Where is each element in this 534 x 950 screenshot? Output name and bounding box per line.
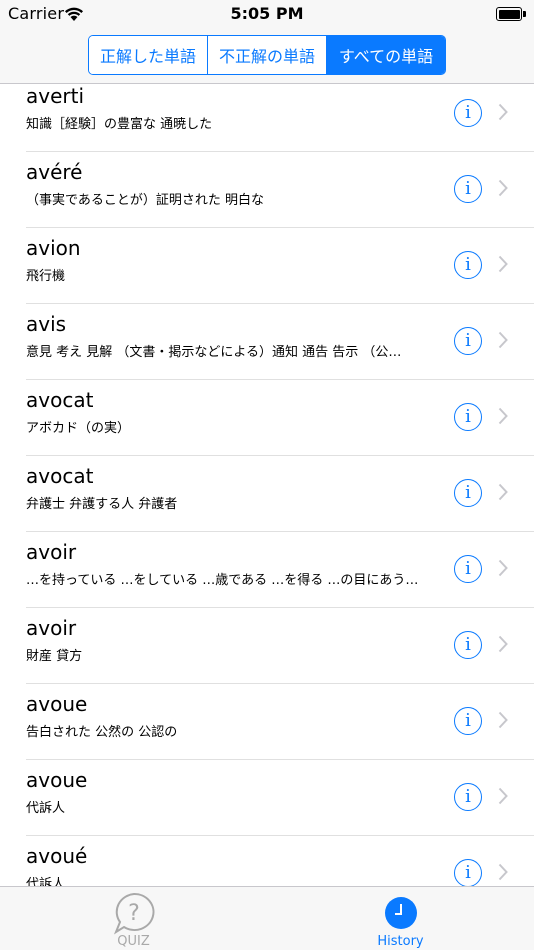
word-label: avoir	[26, 540, 77, 564]
info-icon[interactable]: i	[454, 403, 482, 431]
info-icon[interactable]: i	[454, 783, 482, 811]
meaning-label: 意見 考え 見解 （文書・掲示などによる）通知 通告 告示 （公…	[26, 345, 402, 360]
list-item[interactable]: avoir …を持っている …をしている …歳である …を得る …の目にあう… …	[0, 532, 534, 608]
chevron-right-icon	[498, 255, 508, 273]
chevron-right-icon	[498, 711, 508, 729]
list-item[interactable]: avoué 代訴人 i	[0, 836, 534, 886]
word-label: avéré	[26, 160, 83, 184]
tab-history[interactable]: History	[267, 887, 534, 950]
tab-quiz-label: QUIZ	[117, 934, 150, 949]
info-icon[interactable]: i	[454, 251, 482, 279]
list-item[interactable]: avis 意見 考え 見解 （文書・掲示などによる）通知 通告 告示 （公… i	[0, 304, 534, 380]
list-item[interactable]: avocat 弁護士 弁護する人 弁護者 i	[0, 456, 534, 532]
tab-quiz[interactable]: ? QUIZ	[0, 887, 267, 950]
meaning-label: 代訴人	[26, 801, 66, 816]
info-icon[interactable]: i	[454, 631, 482, 659]
chevron-right-icon	[498, 787, 508, 805]
info-icon[interactable]: i	[454, 555, 482, 583]
list-item[interactable]: avion 飛行機 i	[0, 228, 534, 304]
tab-bar: ? QUIZ History	[0, 886, 534, 950]
list-item[interactable]: avocat アボカド（の実） i	[0, 380, 534, 456]
battery-icon	[496, 7, 522, 21]
info-icon[interactable]: i	[454, 175, 482, 203]
navigation-bar: 正解した単語 不正解の単語 すべての単語	[0, 30, 534, 84]
chevron-right-icon	[498, 103, 508, 121]
battery-nub	[523, 11, 526, 17]
chevron-right-icon	[498, 331, 508, 349]
word-label: avoué	[26, 844, 88, 868]
chevron-right-icon	[498, 407, 508, 425]
clock-icon	[384, 897, 417, 929]
status-time: 5:05 PM	[230, 4, 304, 23]
status-bar: Carrier 5:05 PM	[0, 0, 534, 30]
word-label: avoue	[26, 768, 88, 792]
svg-text:?: ?	[128, 901, 140, 926]
chevron-right-icon	[498, 559, 508, 577]
list-item[interactable]: avéré （事実であることが）証明された 明白な i	[0, 152, 534, 228]
info-icon[interactable]: i	[454, 479, 482, 507]
meaning-label: 弁護士 弁護する人 弁護者	[26, 497, 178, 512]
chevron-right-icon	[498, 635, 508, 653]
word-label: avoir	[26, 616, 77, 640]
meaning-label: …を持っている …をしている …歳である …を得る …の目にあう…	[26, 573, 419, 588]
chevron-right-icon	[498, 483, 508, 501]
word-label: avion	[26, 236, 81, 260]
meaning-label: （事実であることが）証明された 明白な	[26, 193, 265, 208]
list-item[interactable]: avoue 告白された 公然の 公認の i	[0, 684, 534, 760]
meaning-label: 知識［経験］の豊富な 通暁した	[26, 117, 213, 132]
info-icon[interactable]: i	[454, 99, 482, 127]
word-label: avocat	[26, 464, 94, 488]
chevron-right-icon	[498, 179, 508, 197]
meaning-label: 代訴人	[26, 877, 66, 886]
info-icon[interactable]: i	[454, 707, 482, 735]
segment-incorrect-words[interactable]: 不正解の単語	[208, 36, 327, 74]
info-icon[interactable]: i	[454, 859, 482, 886]
meaning-label: 財産 貸方	[26, 649, 83, 664]
meaning-label: 飛行機	[26, 269, 66, 284]
segment-all-words[interactable]: すべての単語	[327, 36, 445, 74]
word-list[interactable]: averti 知識［経験］の豊富な 通暁した i avéré （事実であることが…	[0, 84, 534, 886]
list-item[interactable]: averti 知識［経験］の豊富な 通暁した i	[0, 84, 534, 152]
question-bubble-icon: ?	[113, 892, 154, 935]
list-item[interactable]: avoue 代訴人 i	[0, 760, 534, 836]
meaning-label: 告白された 公然の 公認の	[26, 725, 178, 740]
info-icon[interactable]: i	[454, 327, 482, 355]
word-label: averti	[26, 84, 85, 108]
word-label: avocat	[26, 388, 94, 412]
segment-correct-words[interactable]: 正解した単語	[89, 36, 208, 74]
tab-history-label: History	[377, 934, 424, 949]
chevron-right-icon	[498, 863, 508, 881]
meaning-label: アボカド（の実）	[26, 421, 131, 436]
word-filter-segmented-control: 正解した単語 不正解の単語 すべての単語	[88, 35, 446, 75]
word-label: avoue	[26, 692, 88, 716]
word-label: avis	[26, 312, 67, 336]
list-item[interactable]: avoir 財産 貸方 i	[0, 608, 534, 684]
